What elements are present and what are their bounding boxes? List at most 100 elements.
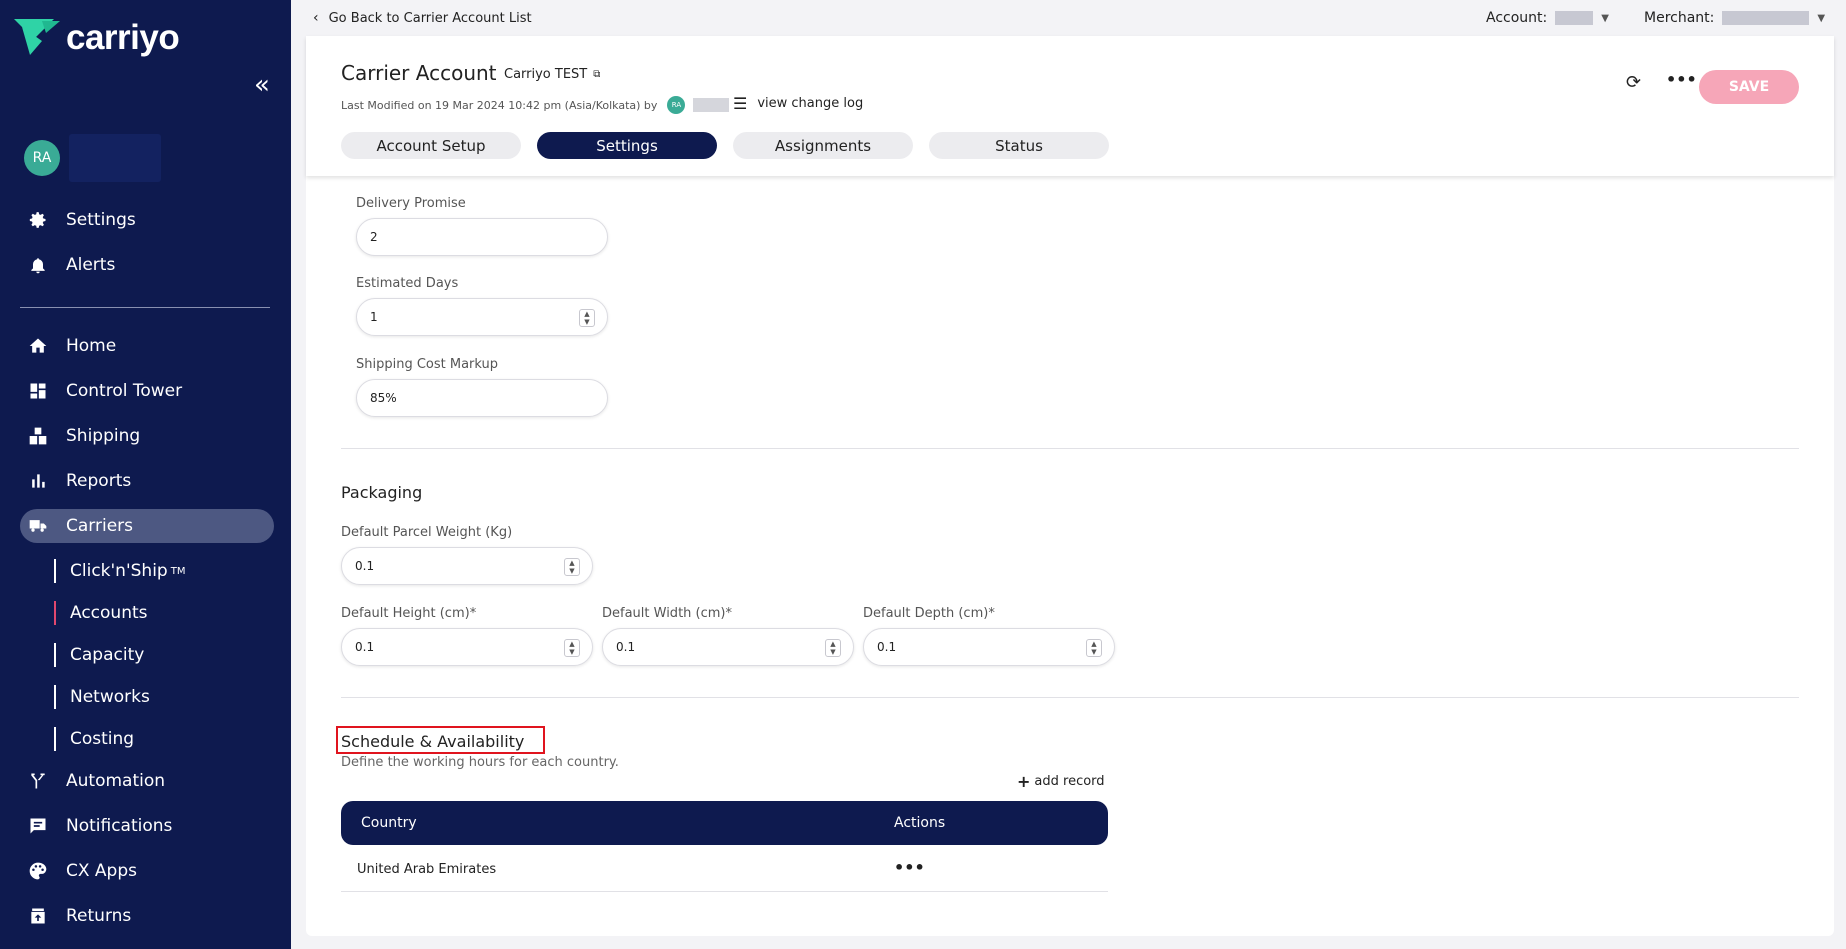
row-country: United Arab Emirates — [357, 862, 497, 877]
estimated-days-input[interactable]: 1 ▲ ▼ — [356, 298, 608, 336]
save-button[interactable]: SAVE — [1699, 70, 1799, 104]
carriyo-logo[interactable]: carriyo — [14, 18, 180, 58]
last-modified: Last Modified on 19 Mar 2024 10:42 pm (A… — [341, 96, 730, 114]
default-width-input[interactable]: 0.1 ▲ ▼ — [602, 628, 854, 666]
column-header-actions: Actions — [894, 815, 946, 831]
modifier-name-redacted — [693, 98, 730, 112]
sidebar-item-reports[interactable]: Reports — [20, 464, 274, 498]
subitem-label: Click'n'Ship — [70, 561, 168, 581]
sidebar-item-alerts[interactable]: Alerts — [20, 248, 274, 282]
sidebar-item-label: Carriers — [66, 516, 133, 536]
view-change-log-link[interactable]: ☰ view change log — [733, 94, 863, 113]
back-link-label: Go Back to Carrier Account List — [328, 10, 532, 26]
trademark-sup: TM — [170, 565, 186, 577]
more-options-icon[interactable]: ••• — [1666, 70, 1697, 89]
account-label: Account: — [1486, 10, 1548, 26]
section-divider — [341, 448, 1799, 449]
logo-text: carriyo — [66, 18, 180, 57]
delivery-promise-input[interactable]: 2 — [356, 218, 608, 256]
sidebar-item-automation[interactable]: Automation — [20, 764, 274, 798]
caret-down-icon[interactable]: ▼ — [1601, 13, 1609, 24]
sidebar-subitem-costing[interactable]: Costing — [54, 724, 134, 754]
subitem-bar — [54, 643, 56, 667]
sidebar-subitem-networks[interactable]: Networks — [54, 682, 150, 712]
chevron-left-icon: ‹ — [313, 10, 319, 26]
sidebar-item-home[interactable]: Home — [20, 329, 274, 363]
sidebar-item-label: Alerts — [66, 255, 116, 275]
sidebar-item-label: Notifications — [66, 816, 173, 836]
merchant-label: Merchant: — [1644, 10, 1715, 26]
sidebar-subitem-accounts[interactable]: Accounts — [54, 598, 148, 628]
tab-assignments[interactable]: Assignments — [733, 132, 913, 159]
sidebar-subitem-capacity[interactable]: Capacity — [54, 640, 144, 670]
sidebar-item-cx-apps[interactable]: CX Apps — [20, 854, 274, 888]
sidebar-item-label: Reports — [66, 471, 132, 491]
sidebar-item-control-tower[interactable]: Control Tower — [20, 374, 274, 408]
shipping-cost-markup-label: Shipping Cost Markup — [356, 357, 499, 372]
double-chevron-left-icon[interactable]: « — [254, 72, 270, 98]
sidebar: carriyo « RA Settings Alerts Home Contro… — [0, 0, 291, 949]
stepper-icon[interactable]: ▲ ▼ — [579, 309, 595, 327]
modifier-avatar: RA — [667, 96, 686, 114]
tab-settings[interactable]: Settings — [537, 132, 717, 159]
palette-icon — [26, 859, 50, 883]
row-actions-icon[interactable]: ••• — [894, 858, 925, 877]
subitem-label: Networks — [70, 687, 150, 707]
sidebar-item-notifications[interactable]: Notifications — [20, 809, 274, 843]
account-value-redacted — [1555, 11, 1594, 25]
stepper-icon[interactable]: ▲ ▼ — [564, 639, 580, 657]
refresh-icon[interactable]: ⟳ — [1626, 72, 1641, 93]
merchant-value-redacted — [1722, 11, 1810, 25]
sidebar-item-label: Automation — [66, 771, 166, 791]
settings-content: Delivery Promise 2 Estimated Days 1 ▲ ▼ S… — [306, 176, 1834, 936]
sidebar-item-label: Control Tower — [66, 381, 183, 401]
caret-down-icon[interactable]: ▼ — [1817, 13, 1825, 24]
sidebar-item-returns[interactable]: Returns — [20, 899, 274, 933]
copy-icon[interactable]: ⧉ — [593, 69, 600, 80]
account-selector[interactable]: Account: ▼ — [1486, 10, 1609, 26]
boxes-icon — [26, 424, 50, 448]
stepper-icon[interactable]: ▲ ▼ — [825, 639, 841, 657]
sidebar-divider — [20, 307, 270, 308]
tab-account-setup[interactable]: Account Setup — [341, 132, 521, 159]
sidebar-item-shipping[interactable]: Shipping — [20, 419, 274, 453]
table-row: United Arab Emirates ••• — [341, 846, 1108, 892]
truck-icon — [26, 514, 50, 538]
sidebar-item-carriers[interactable]: Carriers — [20, 509, 274, 543]
sidebar-item-label: Returns — [66, 906, 132, 926]
back-link[interactable]: ‹ Go Back to Carrier Account List — [313, 10, 532, 26]
default-depth-input[interactable]: 0.1 ▲ ▼ — [863, 628, 1115, 666]
delivery-promise-label: Delivery Promise — [356, 196, 466, 211]
user-name-redacted — [69, 134, 161, 182]
account-name-label: Carriyo TEST — [504, 67, 588, 82]
sidebar-subitem-clicknship[interactable]: Click'n'Ship TM — [54, 556, 185, 586]
sidebar-item-label: Settings — [66, 210, 136, 230]
add-record-button[interactable]: + add record — [1017, 772, 1105, 791]
section-divider — [341, 697, 1799, 698]
default-depth-value: 0.1 — [877, 640, 897, 654]
home-icon — [26, 334, 50, 358]
subitem-label: Costing — [70, 729, 135, 749]
merchant-selector[interactable]: Merchant: ▼ — [1644, 10, 1825, 26]
change-log-label: view change log — [757, 96, 864, 111]
default-height-input[interactable]: 0.1 ▲ ▼ — [341, 628, 593, 666]
stepper-icon[interactable]: ▲ ▼ — [564, 558, 580, 576]
stepper-icon[interactable]: ▲ ▼ — [1086, 639, 1102, 657]
packaging-title: Packaging — [341, 483, 423, 502]
user-profile[interactable]: RA — [24, 134, 161, 182]
parcel-weight-label: Default Parcel Weight (Kg) — [341, 525, 513, 540]
column-header-country: Country — [361, 815, 417, 831]
parcel-weight-input[interactable]: 0.1 ▲ ▼ — [341, 547, 593, 585]
shipping-cost-markup-input[interactable]: 85% — [356, 379, 608, 417]
sidebar-item-settings[interactable]: Settings — [20, 203, 274, 237]
tab-status[interactable]: Status — [929, 132, 1109, 159]
bar-chart-icon — [26, 469, 50, 493]
default-height-label: Default Height (cm)* — [341, 606, 477, 621]
bell-icon — [26, 253, 50, 277]
subitem-bar — [54, 601, 56, 625]
add-record-label: add record — [1034, 774, 1105, 789]
schedule-title: Schedule & Availability — [341, 732, 525, 751]
branch-icon — [26, 769, 50, 793]
subitem-bar — [54, 727, 56, 751]
plus-icon: + — [1017, 772, 1031, 791]
